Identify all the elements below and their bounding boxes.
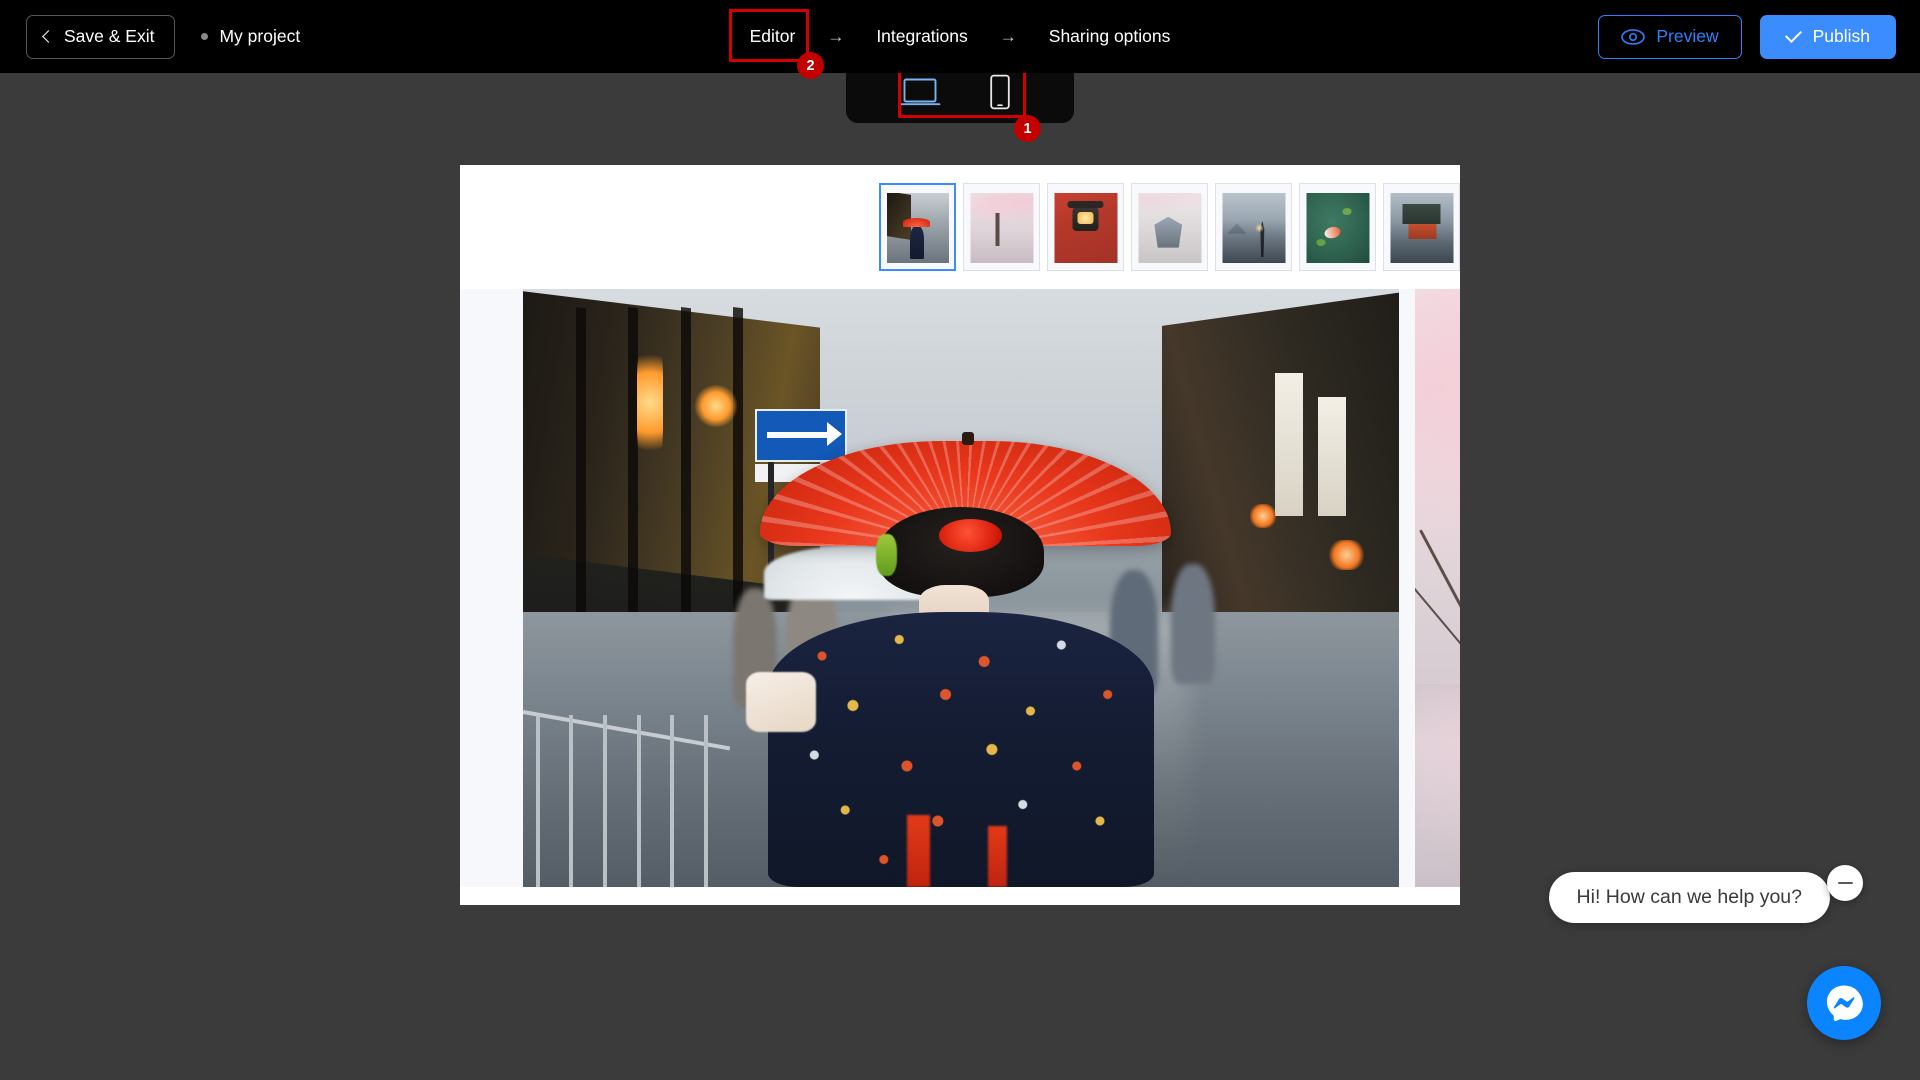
thumbnail-image-2 — [970, 193, 1033, 263]
gallery-main-slide[interactable] — [523, 289, 1399, 887]
thumbnail-image-3 — [1054, 193, 1117, 263]
editor-canvas — [0, 73, 1920, 1080]
chat-minimize-button[interactable] — [1827, 865, 1863, 901]
top-header: Save & Exit My project Editor → Integrat… — [0, 0, 1920, 73]
minimize-icon — [1837, 881, 1853, 885]
publish-label: Publish — [1812, 26, 1870, 46]
gallery-thumbnail-strip — [879, 183, 1460, 271]
chat-greeting-bubble[interactable]: Hi! How can we help you? — [1548, 872, 1830, 923]
gallery-slider — [460, 289, 1460, 887]
gallery-thumbnail-2[interactable] — [963, 183, 1040, 271]
step-editor[interactable]: Editor — [740, 20, 806, 53]
gallery-thumbnail-4[interactable] — [1131, 183, 1208, 271]
thumbnail-image-1 — [886, 193, 949, 263]
annotation-badge-2: 2 — [797, 52, 824, 79]
messenger-launcher-button[interactable] — [1807, 966, 1881, 1040]
check-icon — [1784, 26, 1802, 43]
mobile-view-button[interactable] — [977, 71, 1023, 113]
annotation-badge-1: 1 — [1014, 115, 1041, 142]
mobile-icon — [990, 74, 1010, 110]
thumbnail-image-7 — [1390, 193, 1453, 263]
thumbnail-image-4 — [1138, 193, 1201, 263]
step-integrations[interactable]: Integrations — [866, 20, 977, 53]
eye-icon — [1621, 28, 1646, 45]
kyoto-street-photo — [523, 289, 1399, 887]
gallery-next-slide[interactable] — [1415, 289, 1460, 887]
sakura-photo — [1415, 289, 1460, 887]
save-and-exit-label: Save & Exit — [64, 26, 155, 46]
preview-button[interactable]: Preview — [1598, 14, 1742, 59]
step-sharing-options[interactable]: Sharing options — [1039, 20, 1181, 53]
step-arrow-icon-1: → — [827, 26, 845, 46]
preview-label: Preview — [1656, 26, 1719, 46]
gallery-thumbnail-3[interactable] — [1047, 183, 1124, 271]
thumbnail-image-6 — [1306, 193, 1369, 263]
project-name-label: My project — [219, 26, 301, 46]
thumbnail-image-5 — [1222, 193, 1285, 263]
desktop-icon — [899, 78, 941, 106]
site-preview-frame — [460, 165, 1460, 905]
header-actions: Preview Publish — [1598, 14, 1896, 59]
gallery-thumbnail-7[interactable] — [1383, 183, 1460, 271]
desktop-view-button[interactable] — [897, 71, 943, 113]
save-and-exit-button[interactable]: Save & Exit — [26, 14, 176, 59]
gallery-thumbnail-1[interactable] — [879, 183, 956, 271]
step-arrow-icon-2: → — [999, 26, 1017, 46]
gallery-thumbnail-5[interactable] — [1215, 183, 1292, 271]
unsaved-dot-icon — [201, 33, 209, 40]
gallery-thumbnail-6[interactable] — [1299, 183, 1376, 271]
messenger-icon — [1826, 985, 1863, 1022]
project-name-group[interactable]: My project — [201, 26, 300, 47]
publish-button[interactable]: Publish — [1759, 14, 1896, 59]
chevron-left-icon — [42, 30, 55, 43]
gallery-thumbnail-row — [460, 165, 1460, 289]
